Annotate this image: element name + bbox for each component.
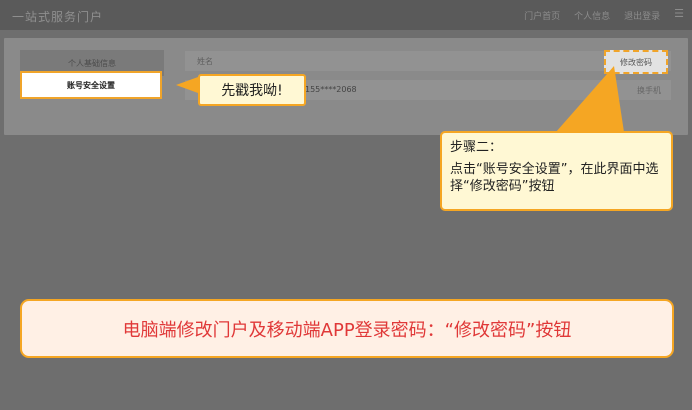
banner-text: 电脑端修改门户及移动端APP登录密码：“修改密码”按钮 [122, 319, 572, 341]
step2-body: 点击“账号安全设置”，在此界面中选择“修改密码”按钮 [450, 162, 659, 194]
step2-title: 步骤二： [450, 140, 503, 155]
top-bar: 一站式服务门户 门户首页 个人信息 退出登录 ☰ [0, 0, 692, 30]
step2-callout: 步骤二： 点击“账号安全设置”，在此界面中选择“修改密码”按钮 [440, 131, 673, 211]
nav-profile-link[interactable]: 个人信息 [574, 9, 610, 22]
poke-me-callout: 先戳我呦! [198, 74, 306, 106]
sidebar-item-label: 账号安全设置 [67, 80, 115, 90]
portal-logo: 一站式服务门户 [12, 10, 104, 24]
sidebar-item-label: 个人基础信息 [68, 58, 116, 68]
poke-me-text: 先戳我呦! [221, 83, 283, 99]
nav-home-link[interactable]: 门户首页 [524, 9, 560, 22]
phone-value: 155****2068 [305, 85, 357, 94]
nav-logout-link[interactable]: 退出登录 [624, 9, 660, 22]
menu-icon[interactable]: ☰ [674, 7, 684, 22]
top-nav: 门户首页 个人信息 退出登录 ☰ [524, 7, 684, 22]
instruction-banner: 电脑端修改门户及移动端APP登录密码：“修改密码”按钮 [20, 299, 674, 358]
name-label: 姓名 [197, 57, 213, 66]
callout-pointer [176, 77, 198, 93]
change-phone-link[interactable]: 换手机 [637, 85, 661, 96]
sidebar-item-security[interactable]: 账号安全设置 [20, 71, 162, 99]
